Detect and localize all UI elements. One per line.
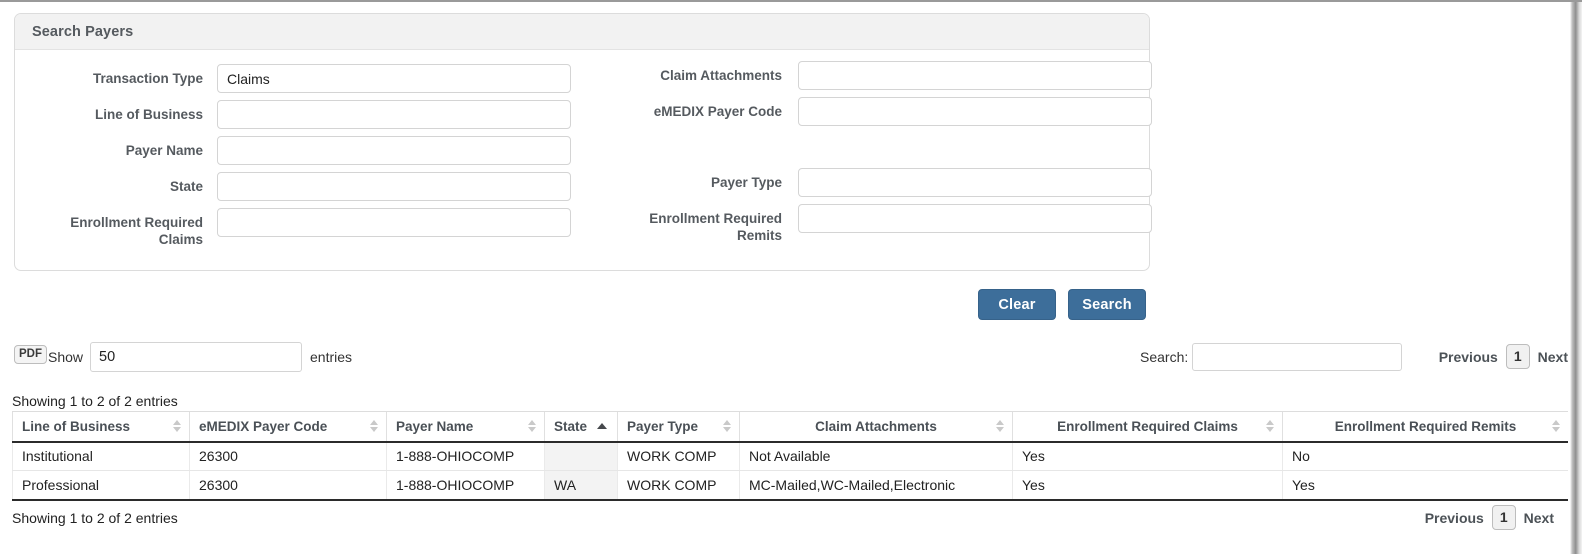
table-header-row: Line of Business eMEDIX Payer Code Payer… [12,411,1569,443]
enrollment-required-claims-input[interactable] [217,208,571,237]
table-row[interactable]: Professional 26300 1-888-OHIOCOMP WA WOR… [12,470,1569,501]
cell-enrollment-required-claims: Yes [1012,470,1283,501]
pagination-previous-top[interactable]: Previous [1439,349,1498,365]
page-content: Search Payers Transaction Type Line of B… [0,2,1569,554]
cell-enrollment-required-claims: Yes [1012,441,1283,471]
page-title: Search Payers [32,23,134,40]
field-enrollment-required-claims: Enrollment Required Claims [33,208,571,248]
cell-claim-attachments: Not Available [739,441,1013,471]
column-header-enrollment-required-claims[interactable]: Enrollment Required Claims [1012,411,1283,443]
field-emedix-payer-code: eMEDIX Payer Code [602,97,1152,126]
column-label: State [554,418,588,434]
entries-label: entries [310,349,353,365]
field-line-of-business: Line of Business [33,100,571,129]
label-emedix-payer-code: eMEDIX Payer Code [653,104,782,119]
column-header-state[interactable]: State [544,411,618,443]
page-length-input[interactable] [90,342,302,372]
sort-ascending-icon [597,423,607,430]
column-header-line-of-business[interactable]: Line of Business [12,411,190,443]
label-enrollment-required-claims: Enrollment Required Claims [70,215,203,247]
emedix-payer-code-input[interactable] [798,97,1152,126]
search-payers-panel: Search Payers Transaction Type Line of B… [14,13,1152,271]
field-payer-name: Payer Name [33,136,571,165]
column-label: Line of Business [22,418,131,434]
table-search-input[interactable] [1192,343,1402,371]
payer-name-input[interactable] [217,136,571,165]
label-claim-attachments: Claim Attachments [660,68,782,83]
pagination-previous-bottom[interactable]: Previous [1425,510,1484,526]
label-enrollment-required-remits: Enrollment Required Remits [649,211,782,243]
panel-body: Transaction Type Line of Business Payer … [15,50,1152,270]
sort-both-icon [996,419,1005,433]
cell-payer-type: WORK COMP [617,470,740,501]
table-row[interactable]: Institutional 26300 1-888-OHIOCOMP WORK … [12,441,1569,471]
label-payer-type: Payer Type [710,175,782,190]
results-table: Line of Business eMEDIX Payer Code Payer… [12,411,1569,501]
page-root: Search Payers Transaction Type Line of B… [0,0,1582,554]
line-of-business-input[interactable] [217,100,571,129]
field-claim-attachments: Claim Attachments [602,61,1152,90]
state-input[interactable] [217,172,571,201]
cell-line-of-business: Institutional [12,441,190,471]
cell-emedix-payer-code: 26300 [189,470,387,501]
cell-line-of-business: Professional [12,470,190,501]
pagination-bottom: Previous 1 Next [1425,505,1554,530]
cell-payer-name: 1-888-OHIOCOMP [386,470,545,501]
enrollment-required-remits-input[interactable] [798,204,1152,233]
sort-both-icon [1266,419,1275,433]
sort-both-icon [1552,419,1561,433]
column-label: Enrollment Required Claims [1057,418,1238,434]
payer-type-input[interactable] [798,168,1152,197]
sort-both-icon [528,419,537,433]
cell-enrollment-required-remits: Yes [1282,470,1569,501]
field-transaction-type: Transaction Type [33,64,571,93]
label-transaction-type: Transaction Type [92,71,203,86]
table-controls: PDF Show entries Search: Previous 1 Next [12,342,1568,374]
column-header-emedix-payer-code[interactable]: eMEDIX Payer Code [189,411,387,443]
search-button[interactable]: Search [1068,289,1146,320]
field-payer-type: Payer Type [602,168,1152,197]
cell-state [544,441,618,471]
sort-both-icon [723,419,732,433]
page-right-edge [1568,2,1582,554]
sort-both-icon [173,419,182,433]
cell-payer-name: 1-888-OHIOCOMP [386,441,545,471]
column-header-enrollment-required-remits[interactable]: Enrollment Required Remits [1282,411,1569,443]
claim-attachments-input[interactable] [798,61,1152,90]
pagination-next-top[interactable]: Next [1538,349,1568,365]
pagination-page-1-top[interactable]: 1 [1505,344,1530,369]
cell-payer-type: WORK COMP [617,441,740,471]
show-label: Show [48,349,84,365]
label-state: State [169,179,203,194]
form-actions: Clear Search [978,289,1146,320]
label-payer-name: Payer Name [125,143,203,158]
cell-enrollment-required-remits: No [1282,441,1569,471]
pdf-export-button[interactable]: PDF [14,345,47,364]
column-header-payer-name[interactable]: Payer Name [386,411,545,443]
table-info-bottom: Showing 1 to 2 of 2 entries [12,510,178,526]
field-enrollment-required-remits: Enrollment Required Remits [602,204,1152,244]
cell-state: WA [544,470,618,501]
cell-emedix-payer-code: 26300 [189,441,387,471]
column-header-payer-type[interactable]: Payer Type [617,411,740,443]
column-label: Payer Type [627,418,699,434]
table-search-label: Search: [1140,349,1189,365]
pagination-next-bottom[interactable]: Next [1524,510,1554,526]
label-line-of-business: Line of Business [94,107,203,122]
column-label: Enrollment Required Remits [1334,418,1517,434]
field-state: State [33,172,571,201]
column-label: eMEDIX Payer Code [199,418,328,434]
cell-claim-attachments: MC-Mailed,WC-Mailed,Electronic [739,470,1013,501]
results-table-wrapper: Line of Business eMEDIX Payer Code Payer… [12,411,1569,501]
column-label: Payer Name [396,418,474,434]
clear-button[interactable]: Clear [978,289,1056,320]
column-header-claim-attachments[interactable]: Claim Attachments [739,411,1013,443]
pagination-page-1-bottom[interactable]: 1 [1491,505,1516,530]
table-info-top: Showing 1 to 2 of 2 entries [12,393,178,409]
sort-both-icon [370,419,379,433]
panel-header: Search Payers [15,14,1149,50]
column-label: Claim Attachments [815,418,937,434]
pagination-top: Previous 1 Next [1439,344,1568,369]
transaction-type-input[interactable] [217,64,571,93]
